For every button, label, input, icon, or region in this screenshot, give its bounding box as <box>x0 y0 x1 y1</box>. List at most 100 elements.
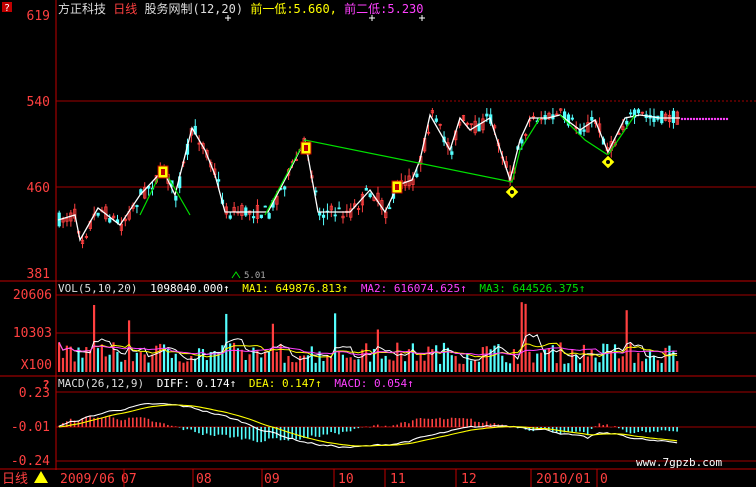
volume-bar <box>330 357 333 372</box>
volume-bar <box>135 352 138 372</box>
price-candle <box>251 216 256 219</box>
price-candle <box>216 179 221 182</box>
volume-bar <box>170 357 173 372</box>
volume-bar <box>267 351 271 372</box>
price-candle <box>259 214 263 218</box>
x-label-08: 08 <box>196 472 212 487</box>
x-label-07: 07 <box>121 472 137 487</box>
low2-label: 前二低: <box>344 2 388 16</box>
price-candle <box>174 195 178 201</box>
vol-multiplier: X100 <box>21 358 52 373</box>
tail-dot <box>695 117 699 121</box>
price-candle <box>318 212 322 216</box>
y-tick-460: 460 <box>27 181 50 196</box>
volume-bar <box>660 362 663 372</box>
volume-bar <box>334 313 337 372</box>
price-candle <box>625 120 629 125</box>
volume-bar <box>81 357 84 372</box>
watermark: www.7gpzb.com <box>636 456 722 469</box>
vol-grid <box>56 294 756 334</box>
volume-bar <box>310 346 313 372</box>
price-candle <box>388 207 392 210</box>
price-candle <box>368 193 372 198</box>
volume-bar <box>590 349 593 372</box>
volume-bar <box>147 362 150 372</box>
tail-dot <box>701 117 705 121</box>
price-candle <box>263 205 267 208</box>
volume-bar <box>540 352 543 372</box>
x-label-09: 09 <box>264 472 280 487</box>
macd-header: MACD(26,12,9) DIFF: 0.174↑ DEA: 0.147↑ M… <box>58 377 414 390</box>
price-candle <box>135 205 139 208</box>
price-candle <box>96 212 100 216</box>
volume-bar <box>361 349 364 372</box>
tail-dot <box>680 117 684 121</box>
volume-bar <box>586 356 589 372</box>
volume-bar <box>194 358 197 372</box>
volume-bar <box>73 361 76 372</box>
diamond-marker-core <box>606 160 610 164</box>
volume-bar <box>349 357 352 372</box>
volume-bar <box>652 356 655 372</box>
x-axis: 日线 2009/06 07 08 09 10 11 12 2010/01 0 <box>2 469 608 487</box>
volume-bar <box>61 357 65 372</box>
volume-bar <box>256 350 259 372</box>
tail-dot <box>707 117 711 121</box>
volume-bar <box>563 363 566 372</box>
volume-bar <box>232 342 236 372</box>
price-candle <box>582 129 586 132</box>
volume-bar <box>337 351 341 372</box>
x-label-0: 0 <box>600 472 608 487</box>
volume-bar <box>96 348 100 372</box>
volume-bar <box>151 354 154 372</box>
volume-bar <box>190 356 193 372</box>
volume-bar <box>625 310 628 372</box>
volume-bar <box>139 352 142 372</box>
volume-bar <box>637 352 640 372</box>
volume-bar <box>676 361 679 372</box>
triangle-icon <box>231 271 241 279</box>
volume-bar <box>92 304 96 372</box>
volume-bar <box>283 362 286 372</box>
price-candle <box>283 186 287 190</box>
volume-bar <box>89 350 92 372</box>
y-tick-neg0.01: -0.01 <box>11 420 50 435</box>
tail-dot <box>692 117 696 121</box>
volume-bar <box>415 360 418 372</box>
price-candle <box>108 218 112 223</box>
tail-dot <box>713 117 717 121</box>
volume-bar <box>396 342 399 372</box>
volume-bar <box>575 354 578 372</box>
x-corner-label: 日线 <box>2 472 28 487</box>
volume-bar <box>528 351 531 372</box>
question-icon[interactable]: ? <box>2 2 12 14</box>
volume-bar <box>174 353 177 372</box>
low-marker-label: 5.01 <box>244 271 266 281</box>
volume-bar <box>508 363 512 372</box>
volume-bar <box>380 358 383 372</box>
tail-dot <box>686 117 690 121</box>
volume-bar <box>645 358 648 372</box>
y-tick-540: 540 <box>27 95 50 110</box>
volume-series <box>58 302 679 372</box>
vol-header: VOL(5,10,20) 1098040.000↑ MA1: 649876.81… <box>58 282 585 295</box>
volume-bar <box>621 356 624 372</box>
volume-bar <box>555 363 558 372</box>
price-candle <box>629 112 633 115</box>
volume-bar <box>571 349 574 372</box>
volume-bar <box>454 356 457 372</box>
tail-dot <box>722 117 726 121</box>
question-icon-macd[interactable]: ? <box>42 378 49 392</box>
volume-bar <box>473 359 477 372</box>
volume-bar <box>532 362 535 372</box>
volume-bar <box>197 348 201 372</box>
volume-bar <box>357 359 360 372</box>
volume-bar <box>485 346 488 372</box>
volume-bar <box>182 362 185 372</box>
volume-bar <box>205 360 208 372</box>
volume-bar <box>438 363 442 372</box>
x-label-2009-06: 2009/06 <box>60 472 115 487</box>
volume-bar <box>462 363 465 372</box>
volume-bar <box>131 361 135 372</box>
triangle-up-icon <box>34 471 48 483</box>
